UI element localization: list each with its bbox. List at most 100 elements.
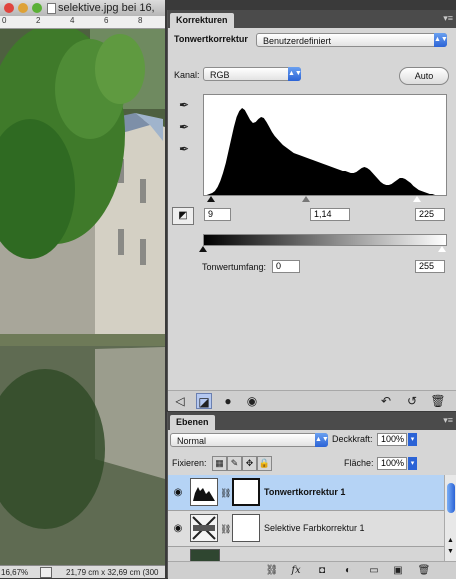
panel-menu-icon[interactable]: ▾≡ [443, 415, 453, 426]
input-white-slider[interactable] [413, 196, 421, 202]
document-title: selektive.jpg bei 16, [58, 2, 155, 14]
document-window: selektive.jpg bei 16, 0 2 4 6 8 16,67% 2… [0, 0, 165, 578]
opacity-label: Deckkraft: [332, 434, 373, 444]
document-size: 21,79 cm x 32,69 cm (300 [66, 568, 159, 577]
link-layers-icon[interactable]: ⛓ [264, 563, 280, 578]
visibility-toggle-icon[interactable]: ● [220, 393, 236, 409]
ruler-tick: 8 [138, 16, 143, 25]
fill-field[interactable] [377, 457, 407, 470]
output-black-slider[interactable] [199, 246, 207, 252]
group-folder-icon[interactable]: ▭ [366, 563, 382, 578]
zoom-button[interactable] [32, 3, 42, 13]
ruler-tick: 6 [104, 16, 109, 25]
input-black-field[interactable] [204, 208, 231, 221]
panel-menu-icon[interactable]: ▾≡ [443, 13, 453, 24]
lock-position-icon[interactable]: ✥ [242, 456, 257, 471]
adjustments-panel: Korrekturen ▾≡ Tonwertkorrektur Benutzer… [167, 10, 456, 411]
document-titlebar: selektive.jpg bei 16, [0, 0, 165, 17]
ruler-tick: 2 [36, 16, 41, 25]
chevron-updown-icon: ▲▼ [434, 33, 448, 47]
trash-icon[interactable]: 🗑 [430, 393, 446, 409]
white-point-eyedropper-icon[interactable]: ✒ [176, 141, 192, 157]
output-label: Tonwertumfang: [202, 262, 267, 272]
fx-icon[interactable]: fx [288, 563, 304, 578]
eye-preview-icon[interactable]: ◉ [244, 393, 260, 409]
fill-dropdown-icon[interactable]: ▾ [408, 457, 417, 470]
adjustment-layer-icon[interactable]: ◐ [340, 563, 356, 578]
adjustments-footer: ◁ ◪ ● ◉ ↶ ↺ 🗑 [168, 390, 456, 411]
ruler-tick: 4 [70, 16, 75, 25]
eye-icon[interactable]: ◉ [171, 486, 185, 500]
link-icon[interactable]: ⛓ [220, 524, 231, 535]
kanal-label: Kanal: [174, 70, 200, 80]
histogram-shape [204, 108, 446, 195]
layer-row[interactable]: ◉ ⛓ Tonwertkorrektur 1 [168, 475, 444, 511]
adjustments-tabbar: Korrekturen ▾≡ [168, 10, 456, 28]
layers-tabbar: Ebenen ▾≡ [168, 412, 456, 430]
preset-value: Benutzerdefiniert [263, 36, 332, 46]
lock-transparency-icon[interactable]: ▦ [212, 456, 227, 471]
auto-button[interactable]: Auto [399, 67, 449, 85]
levels-adjustment-icon [190, 478, 218, 506]
minimize-button[interactable] [18, 3, 28, 13]
horizontal-ruler: 0 2 4 6 8 [0, 16, 165, 29]
trash-icon[interactable]: 🗑 [416, 563, 432, 578]
layers-panel: Ebenen ▾≡ Normal ▲▼ Deckkraft: ▾ Fixiere… [167, 412, 456, 579]
opacity-field[interactable] [377, 433, 407, 446]
eye-icon[interactable]: ◉ [171, 522, 185, 536]
output-black-field[interactable] [272, 260, 300, 273]
chevron-updown-icon: ▲▼ [315, 433, 329, 447]
scroll-up-icon[interactable]: ▲ [447, 537, 454, 544]
black-point-eyedropper-icon[interactable]: ✒ [176, 97, 192, 113]
output-gradient [203, 234, 447, 246]
document-statusbar: 16,67% 21,79 cm x 32,69 cm (300 [0, 565, 165, 578]
fill-label: Fläche: [344, 458, 374, 468]
lock-label: Fixieren: [172, 458, 207, 468]
selective-color-adjustment-icon [190, 514, 218, 542]
document-icon [47, 3, 56, 14]
chevron-updown-icon: ▲▼ [288, 67, 302, 81]
layers-footer: ⛓ fx ◘ ◐ ▭ ▣ 🗑 [168, 561, 456, 579]
back-arrow-icon[interactable]: ◁ [172, 393, 188, 409]
lock-pixels-icon[interactable]: ✎ [227, 456, 242, 471]
layer-mask-thumbnail[interactable] [232, 478, 260, 506]
histogram-graph [204, 108, 446, 195]
blend-mode-select[interactable]: Normal ▲▼ [170, 433, 329, 447]
new-layer-icon[interactable]: ▣ [390, 563, 406, 578]
reset-icon[interactable]: ↺ [404, 393, 420, 409]
channel-value: RGB [210, 70, 230, 80]
input-gamma-field[interactable] [310, 208, 350, 221]
status-info-icon[interactable] [40, 567, 52, 578]
layer-row[interactable]: ◉ ⛓ Selektive Farbkorrektur 1 [168, 511, 444, 547]
zoom-level[interactable]: 16,67% [1, 568, 28, 577]
lock-all-icon[interactable]: 🔒 [257, 456, 272, 471]
input-black-slider[interactable] [207, 196, 215, 202]
ruler-tick: 0 [2, 16, 7, 25]
input-gamma-slider[interactable] [302, 196, 310, 202]
histogram [203, 94, 447, 196]
previous-state-icon[interactable]: ↶ [378, 393, 394, 409]
input-white-field[interactable] [415, 208, 445, 221]
gray-point-eyedropper-icon[interactable]: ✒ [176, 119, 192, 135]
close-button[interactable] [4, 3, 14, 13]
scroll-down-icon[interactable]: ▼ [447, 548, 454, 555]
photo-canvas[interactable] [0, 29, 165, 565]
layer-name[interactable]: Selektive Farbkorrektur 1 [264, 523, 365, 533]
scrollbar-thumb[interactable] [447, 483, 455, 513]
output-white-slider[interactable] [438, 246, 446, 252]
tab-ebenen[interactable]: Ebenen [170, 415, 215, 430]
output-white-field[interactable] [415, 260, 445, 273]
layers-scrollbar[interactable]: ▲ ▼ [444, 475, 456, 561]
link-icon[interactable]: ⛓ [220, 488, 231, 499]
opacity-dropdown-icon[interactable]: ▾ [408, 433, 417, 446]
add-mask-icon[interactable]: ◘ [314, 563, 330, 578]
preset-select[interactable]: Benutzerdefiniert ▲▼ [256, 33, 448, 47]
clipping-toggle-icon[interactable]: ◩ [172, 207, 194, 225]
adjustment-title: Tonwertkorrektur [174, 34, 248, 44]
blend-mode-value: Normal [177, 436, 207, 446]
tab-korrekturen[interactable]: Korrekturen [170, 13, 234, 28]
layer-mask-thumbnail[interactable] [232, 514, 260, 542]
channel-select[interactable]: RGB ▲▼ [203, 67, 302, 81]
layer-name[interactable]: Tonwertkorrektur 1 [264, 487, 345, 497]
clip-to-layer-icon[interactable]: ◪ [196, 393, 212, 409]
